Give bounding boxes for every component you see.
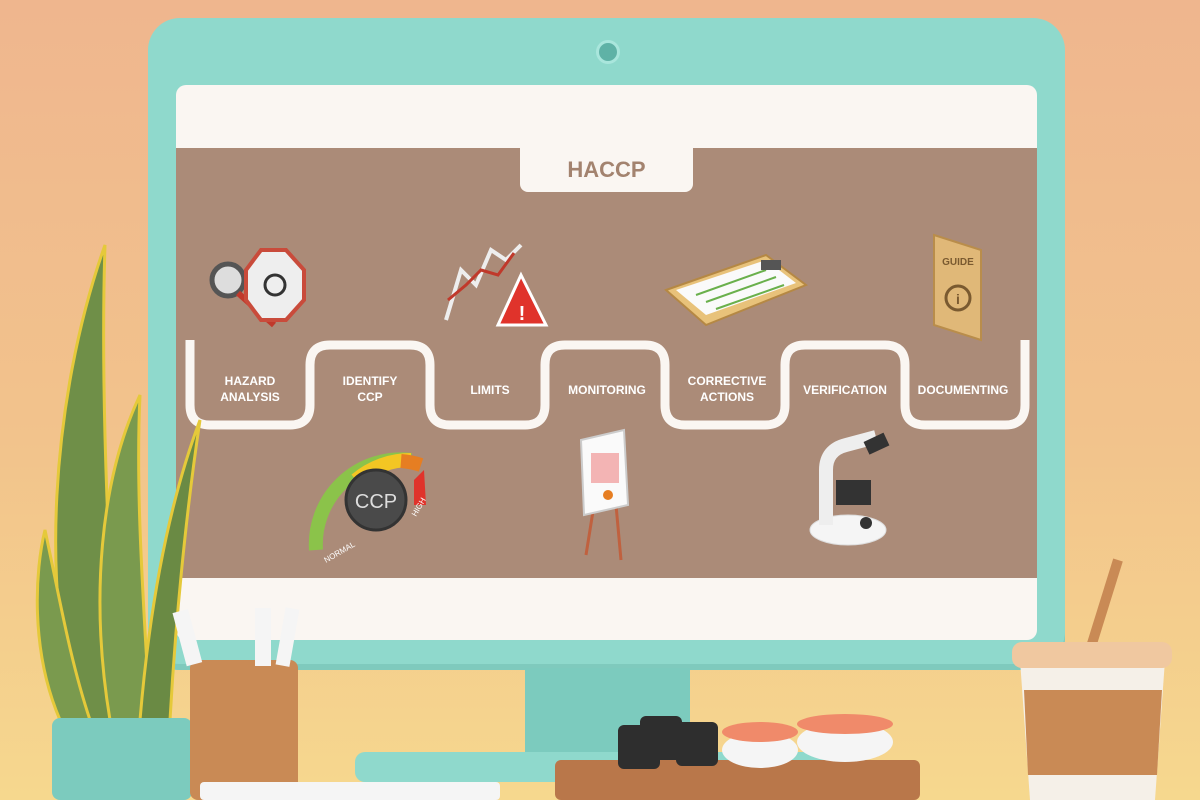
pencil-holder	[190, 660, 298, 800]
monitor-screen: HACCP ! GUIDE i CCP NORMAL HIGH HAZARD A…	[176, 85, 1037, 640]
monitor-stand	[525, 668, 690, 760]
plant-pot	[52, 718, 192, 800]
step-identify-ccp: IDENTIFY CCP	[342, 374, 398, 404]
ccp-gauge-icon: CCP NORMAL HIGH	[308, 452, 428, 565]
step-limits: LIMITS	[470, 383, 510, 397]
chart-warning-icon: !	[444, 243, 549, 327]
gauge-low-label: NORMAL	[323, 540, 358, 565]
magnifier-biohazard-icon	[209, 248, 306, 328]
step-documenting: DOCUMENTING	[917, 383, 1009, 397]
gauge-text: CCP	[355, 491, 397, 513]
webcam-icon	[596, 40, 620, 64]
easel-chart-icon	[579, 428, 630, 561]
svg-text:!: !	[519, 303, 526, 325]
process-wave: ! GUIDE i CCP NORMAL HIGH	[185, 233, 1030, 565]
step-verification: VERIFICATION	[803, 383, 887, 397]
step-hazard-analysis: HAZARD ANALYSIS	[220, 374, 280, 404]
clipboard-checklist-icon	[664, 253, 809, 327]
step-corrective-actions: CORRECTIVE ACTIONS	[687, 374, 767, 404]
svg-text:i: i	[956, 291, 960, 307]
book-text: GUIDE	[942, 257, 974, 268]
monitor-base	[355, 752, 855, 782]
keyboard	[200, 782, 500, 800]
guide-book-icon: GUIDE i	[933, 233, 982, 342]
microscope-icon	[809, 430, 890, 546]
step-monitoring: MONITORING	[568, 383, 646, 397]
gauge-high-label: HIGH	[410, 496, 428, 518]
